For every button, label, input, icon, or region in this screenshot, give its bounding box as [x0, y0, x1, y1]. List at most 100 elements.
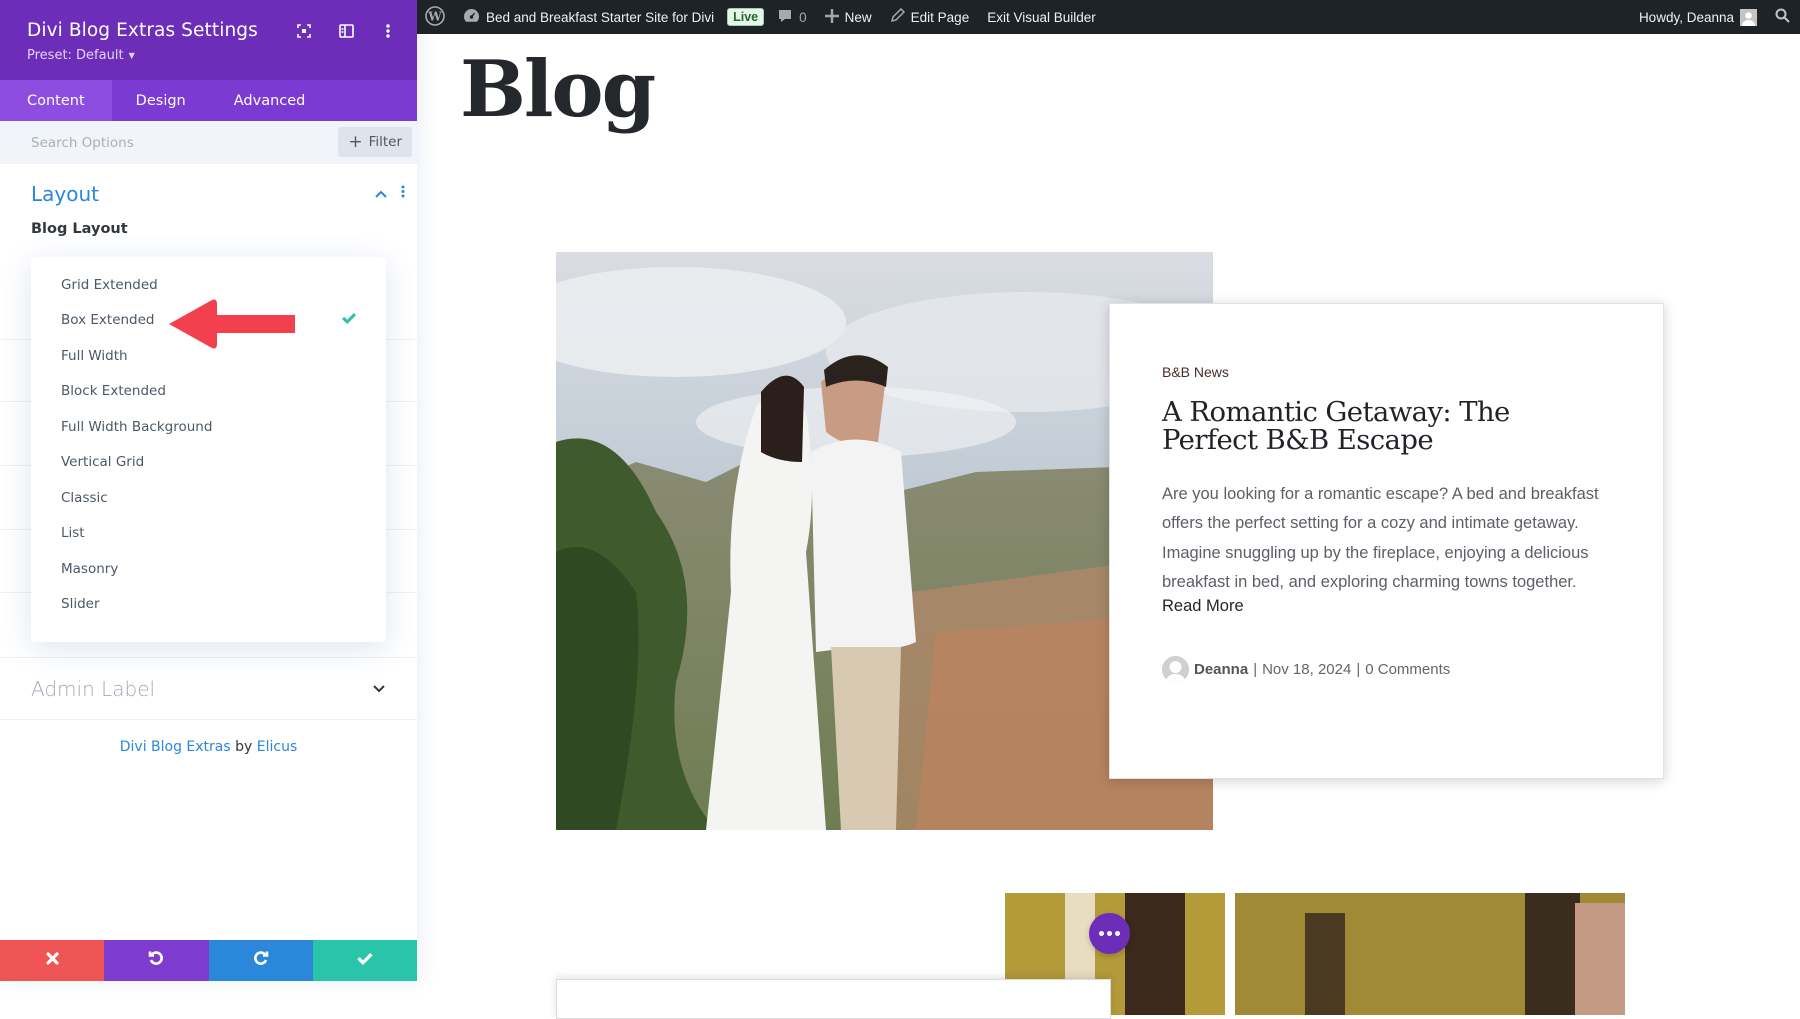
admin-label-title: Admin Label: [31, 677, 155, 701]
option-label: Slider: [61, 596, 100, 612]
annotation-arrow-icon: [167, 298, 297, 355]
layout-option-vertical-grid[interactable]: Vertical Grid: [31, 445, 386, 481]
exit-visual-builder-label: Exit Visual Builder: [987, 10, 1096, 25]
new-label: New: [845, 10, 872, 25]
wordpress-logo-icon: W: [425, 6, 445, 29]
layout-option-masonry[interactable]: Masonry: [31, 551, 386, 587]
split-view-icon[interactable]: [337, 22, 355, 40]
layout-section-header[interactable]: Layout: [0, 166, 417, 221]
post-date: Nov 18, 2024: [1262, 661, 1351, 678]
layout-section-title: Layout: [31, 182, 99, 206]
account-menu[interactable]: Howdy, Deanna: [1630, 0, 1766, 34]
pencil-icon: [890, 8, 905, 26]
filter-label: Filter: [369, 134, 402, 150]
tab-content[interactable]: Content: [0, 80, 112, 121]
option-label: List: [61, 525, 85, 541]
post-excerpt: Are you looking for a romantic escape? A…: [1162, 480, 1611, 597]
preset-label: Preset: Default: [27, 48, 124, 63]
admin-label-section-header[interactable]: Admin Label: [0, 657, 417, 720]
more-options-icon[interactable]: [379, 22, 397, 40]
plus-icon: [825, 9, 839, 26]
option-label: Masonry: [61, 561, 118, 577]
author-avatar: [1162, 656, 1189, 683]
close-icon: [46, 952, 59, 970]
edit-page-label: Edit Page: [911, 10, 970, 25]
plugin-link[interactable]: Divi Blog Extras: [120, 739, 231, 755]
site-name: Bed and Breakfast Starter Site for Divi: [486, 10, 714, 25]
comments-count: 0: [799, 10, 807, 25]
blog-layout-label: Blog Layout: [0, 221, 417, 237]
undo-button[interactable]: [104, 940, 208, 981]
edit-page-link[interactable]: Edit Page: [881, 0, 979, 34]
layout-option-block-extended[interactable]: Block Extended: [31, 374, 386, 410]
chevron-up-icon[interactable]: [375, 185, 387, 203]
discard-button[interactable]: [0, 940, 104, 981]
filter-button[interactable]: + Filter: [338, 127, 412, 157]
layout-option-full-width-background[interactable]: Full Width Background: [31, 409, 386, 445]
svg-text:W: W: [427, 9, 442, 23]
module-settings-panel: Divi Blog Extras Settings Preset: Defaul…: [0, 0, 417, 981]
plugin-credit: Divi Blog Extras by Elicus: [0, 739, 417, 755]
option-label: Box Extended: [61, 312, 155, 328]
layout-option-classic[interactable]: Classic: [31, 480, 386, 516]
redo-button[interactable]: [209, 940, 313, 981]
dashboard-gauge-icon: [463, 8, 480, 26]
page-heading: Blog: [460, 44, 654, 135]
read-more-link[interactable]: Read More: [1162, 597, 1244, 616]
preset-selector[interactable]: Preset: Default ▼: [27, 48, 390, 63]
section-more-icon[interactable]: [401, 185, 405, 203]
page-canvas: Blog: [417, 34, 1800, 981]
search-options-input[interactable]: [31, 135, 311, 151]
dot-icon: [1107, 931, 1112, 936]
check-icon: [357, 952, 373, 970]
comment-bubble-icon: [777, 8, 793, 27]
author-link[interactable]: Elicus: [257, 739, 298, 755]
post-meta: Deanna | Nov 18, 2024 | 0 Comments: [1162, 656, 1611, 683]
post-comments[interactable]: 0 Comments: [1365, 661, 1450, 678]
comments-menu[interactable]: 0: [768, 0, 816, 34]
live-badge: Live: [727, 8, 764, 26]
wp-admin-bar: W Bed and Breakfast Starter Site for Div…: [417, 0, 1800, 34]
post-category[interactable]: B&B News: [1162, 364, 1611, 380]
new-content-menu[interactable]: New: [816, 0, 881, 34]
layout-option-list[interactable]: List: [31, 516, 386, 552]
post-title[interactable]: A Romantic Getaway: The Perfect B&B Esca…: [1162, 398, 1611, 454]
site-name-menu[interactable]: Bed and Breakfast Starter Site for Divi: [454, 0, 723, 34]
caret-down-icon: ▼: [129, 51, 135, 60]
wp-logo-menu[interactable]: W: [417, 0, 454, 34]
option-label: Grid Extended: [61, 277, 158, 293]
redo-icon: [253, 950, 269, 971]
next-post-card: [556, 979, 1111, 1019]
exit-visual-builder-link[interactable]: Exit Visual Builder: [978, 0, 1105, 34]
greeting: Howdy, Deanna: [1639, 10, 1734, 25]
search-row: + Filter: [0, 121, 417, 164]
post-card: B&B News A Romantic Getaway: The Perfect…: [1109, 303, 1664, 779]
panel-header: Divi Blog Extras Settings Preset: Defaul…: [0, 0, 417, 80]
meta-separator: |: [1356, 661, 1360, 678]
chevron-down-icon[interactable]: [373, 680, 385, 698]
search-icon: [1775, 8, 1790, 26]
next-post-image[interactable]: [1005, 893, 1800, 1015]
tab-design[interactable]: Design: [112, 80, 210, 121]
option-label: Vertical Grid: [61, 454, 144, 470]
meta-separator: |: [1253, 661, 1257, 678]
search-button[interactable]: [1766, 0, 1800, 34]
user-avatar: [1740, 9, 1757, 26]
checkmark-icon: [342, 312, 356, 328]
option-label: Full Width Background: [61, 419, 212, 435]
save-button[interactable]: [313, 940, 417, 981]
tab-advanced[interactable]: Advanced: [210, 80, 330, 121]
settings-tabs: Content Design Advanced: [0, 80, 417, 121]
option-label: Full Width: [61, 348, 128, 364]
live-badge-item: Live: [723, 0, 768, 34]
post-author[interactable]: Deanna: [1194, 661, 1248, 678]
dot-icon: [1115, 931, 1120, 936]
dot-icon: [1099, 931, 1104, 936]
credit-by: by: [235, 739, 252, 755]
option-label: Classic: [61, 490, 108, 506]
undo-icon: [148, 950, 164, 971]
option-label: Block Extended: [61, 383, 166, 399]
module-actions-button[interactable]: [1089, 913, 1130, 954]
layout-option-slider[interactable]: Slider: [31, 587, 386, 623]
fullscreen-icon[interactable]: [295, 22, 313, 40]
